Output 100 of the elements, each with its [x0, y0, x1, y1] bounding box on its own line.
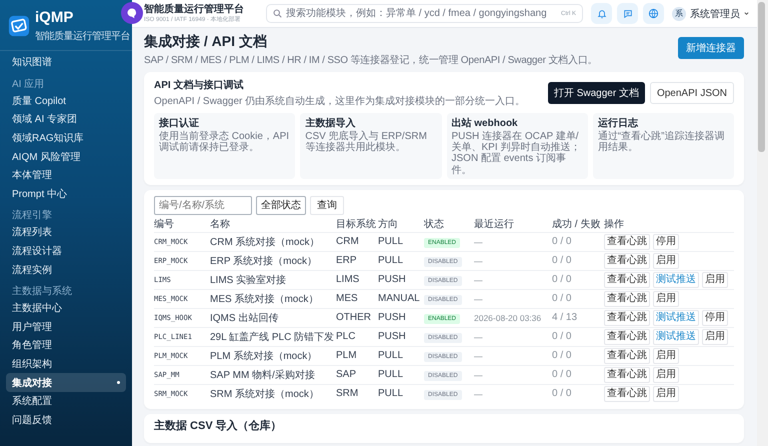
table-cell-text: PUSH — [378, 331, 407, 342]
table-cell-text: ERP 系统对接（mock） — [210, 254, 318, 268]
table-cell-text: — — [474, 256, 484, 266]
row-action-button[interactable]: 启用 — [702, 272, 728, 288]
row-action-button[interactable]: 查看心跳 — [604, 310, 650, 326]
table-cell-text: PLM 系统对接（mock） — [210, 350, 318, 363]
table-cell-text: SAP MM 物料/采购对接 — [210, 368, 316, 382]
row-action-button[interactable]: 查看心跳 — [604, 386, 650, 402]
table-cell-text: MES 系统对接（mock） — [210, 292, 320, 306]
notification-button[interactable] — [591, 3, 612, 24]
table-cell-text: — — [474, 332, 484, 342]
globe-icon — [648, 8, 659, 19]
row-action-button[interactable]: 启用 — [653, 348, 679, 364]
table-cell-text: PULL — [378, 388, 404, 400]
nav-item[interactable]: 流程实例 — [6, 260, 126, 279]
row-action-button[interactable]: 停用 — [702, 310, 728, 326]
search-icon — [273, 9, 282, 18]
nav-item[interactable]: 系统配置 — [6, 392, 126, 410]
row-action-button[interactable]: 查看心跳 — [604, 272, 650, 288]
table-cell-text: 0 / 0 — [552, 369, 572, 380]
row-action-button[interactable]: 查看心跳 — [604, 348, 650, 364]
message-icon — [622, 8, 632, 18]
tile-title: 接口认证 — [159, 116, 200, 130]
table-cell-text: — — [474, 236, 484, 247]
table-cell-text: ERP — [336, 255, 358, 266]
add-connector-button[interactable]: 新增连接器 — [678, 37, 744, 59]
nav-item[interactable]: 质量 Copilot — [6, 92, 126, 110]
card-title: API 文档与接口调试 — [154, 78, 244, 92]
column-header: 名称 — [210, 218, 231, 232]
table-cell-text: PULL — [378, 350, 404, 362]
row-action-button[interactable]: 启用 — [653, 252, 679, 269]
row-action-button[interactable]: 查看心跳 — [604, 252, 650, 269]
column-header: 成功 / 失败 — [552, 218, 602, 232]
row-action-button[interactable]: 查看心跳 — [604, 328, 650, 345]
tile-title: 主数据导入 — [305, 116, 356, 130]
row-action-button[interactable]: 查看心跳 — [604, 290, 650, 307]
nav-item[interactable]: 角色管理 — [6, 336, 126, 355]
table-cell-text: 4 / 13 — [552, 312, 578, 324]
table-cell-text: — — [474, 274, 484, 285]
tile-title: 出站 webhook — [452, 116, 519, 130]
nav-section-heading: 流程引擎 — [11, 208, 53, 224]
nav-item[interactable]: Prompt 中心 — [6, 184, 126, 204]
row-action-button[interactable]: 启用 — [653, 290, 679, 307]
nav-item[interactable]: AIQM 风险管理 — [6, 147, 126, 166]
column-header: 最近运行 — [474, 218, 515, 232]
tile-text: 通过“查看心跳”追踪连接器调用结果。 — [598, 131, 726, 154]
nav-section-heading: 主数据与系统 — [11, 284, 73, 299]
status-select[interactable]: 全部状态 — [256, 196, 306, 215]
logo-icon — [8, 15, 30, 37]
row-action-button[interactable]: 停用 — [653, 234, 679, 250]
table-cell-text: 29L 缸盖产线 PLC 防错下发 — [210, 330, 336, 344]
table-cell-text: PLC — [336, 331, 356, 342]
app-title: 智能质量运行管理平台 — [144, 4, 245, 14]
nav-item[interactable]: 本体管理 — [6, 166, 126, 185]
nav-item[interactable]: 流程设计器 — [6, 242, 126, 260]
json-button[interactable]: OpenAPI JSON — [650, 82, 734, 104]
nav-item[interactable]: 集成对接 — [6, 373, 126, 392]
section-title: 主数据 CSV 导入（仓库） — [154, 418, 283, 433]
column-header: 操作 — [604, 218, 625, 232]
table-cell-text: 0 / 0 — [552, 293, 572, 304]
table-cell-text: MANUAL — [378, 293, 421, 304]
table-cell-text: PUSH — [378, 312, 407, 324]
row-action-button[interactable]: 测试推送 — [653, 272, 699, 288]
page-title: 集成对接 / API 文档 — [144, 33, 268, 51]
nav-item[interactable]: 领域 AI 专家团 — [6, 110, 126, 129]
message-button[interactable] — [617, 3, 638, 24]
column-header: 方向 — [378, 218, 399, 232]
column-header: 目标系统 — [336, 218, 377, 232]
row-action-button[interactable]: 测试推送 — [653, 310, 699, 326]
nav-item[interactable]: 知识图谱 — [6, 53, 126, 72]
table-cell-text: 0 / 0 — [552, 255, 572, 266]
table-cell-text: PULL — [378, 369, 404, 380]
row-action-button[interactable]: 启用 — [653, 366, 679, 383]
table-cell-text: MES — [336, 293, 359, 304]
nav-item[interactable]: 问题反馈 — [6, 410, 126, 430]
language-button[interactable] — [643, 3, 664, 24]
caret-icon — [744, 11, 749, 16]
table-cell-text: OTHER — [336, 312, 372, 324]
swagger-button[interactable]: 打开 Swagger 文档 — [548, 82, 645, 104]
row-action-button[interactable]: 启用 — [653, 386, 679, 402]
query-button[interactable]: 查询 — [310, 196, 344, 215]
table-cell-text: LIMS — [336, 274, 360, 286]
bell-icon — [596, 8, 606, 18]
filter-field[interactable]: 编号/名称/系统 — [154, 196, 252, 215]
nav-item[interactable]: 组织架构 — [6, 354, 126, 374]
user-menu[interactable]: 系 系统管理员 — [672, 6, 749, 20]
row-action-button[interactable]: 查看心跳 — [604, 234, 650, 250]
page-subtitle: SAP / SRM / MES / PLM / LIMS / HR / IM / SSO 等连接器登记，统一管理 OpenAPI / Swagger 文档入口。 — [144, 54, 598, 67]
table-cell-text: — — [474, 350, 484, 361]
row-action-button[interactable]: 测试推送 — [653, 328, 699, 345]
scrollbar[interactable] — [757, 0, 768, 446]
nav-item[interactable]: 用户管理 — [6, 318, 126, 336]
nav-item[interactable]: 流程列表 — [6, 223, 126, 242]
nav-item[interactable]: 主数据中心 — [6, 298, 126, 318]
row-action-button[interactable]: 启用 — [702, 328, 728, 345]
tile-text: PUSH 连接器在 OCAP 建单/关单、KPI 判异时自动推送；JSON 配置 events 订阅事件。 — [452, 131, 582, 176]
table-cell-text: IQMS 出站回传 — [210, 312, 280, 325]
row-action-button[interactable]: 查看心跳 — [604, 366, 650, 383]
table-cell-text: SAP — [336, 369, 358, 380]
nav-item[interactable]: 领域RAG知识库 — [6, 128, 126, 148]
